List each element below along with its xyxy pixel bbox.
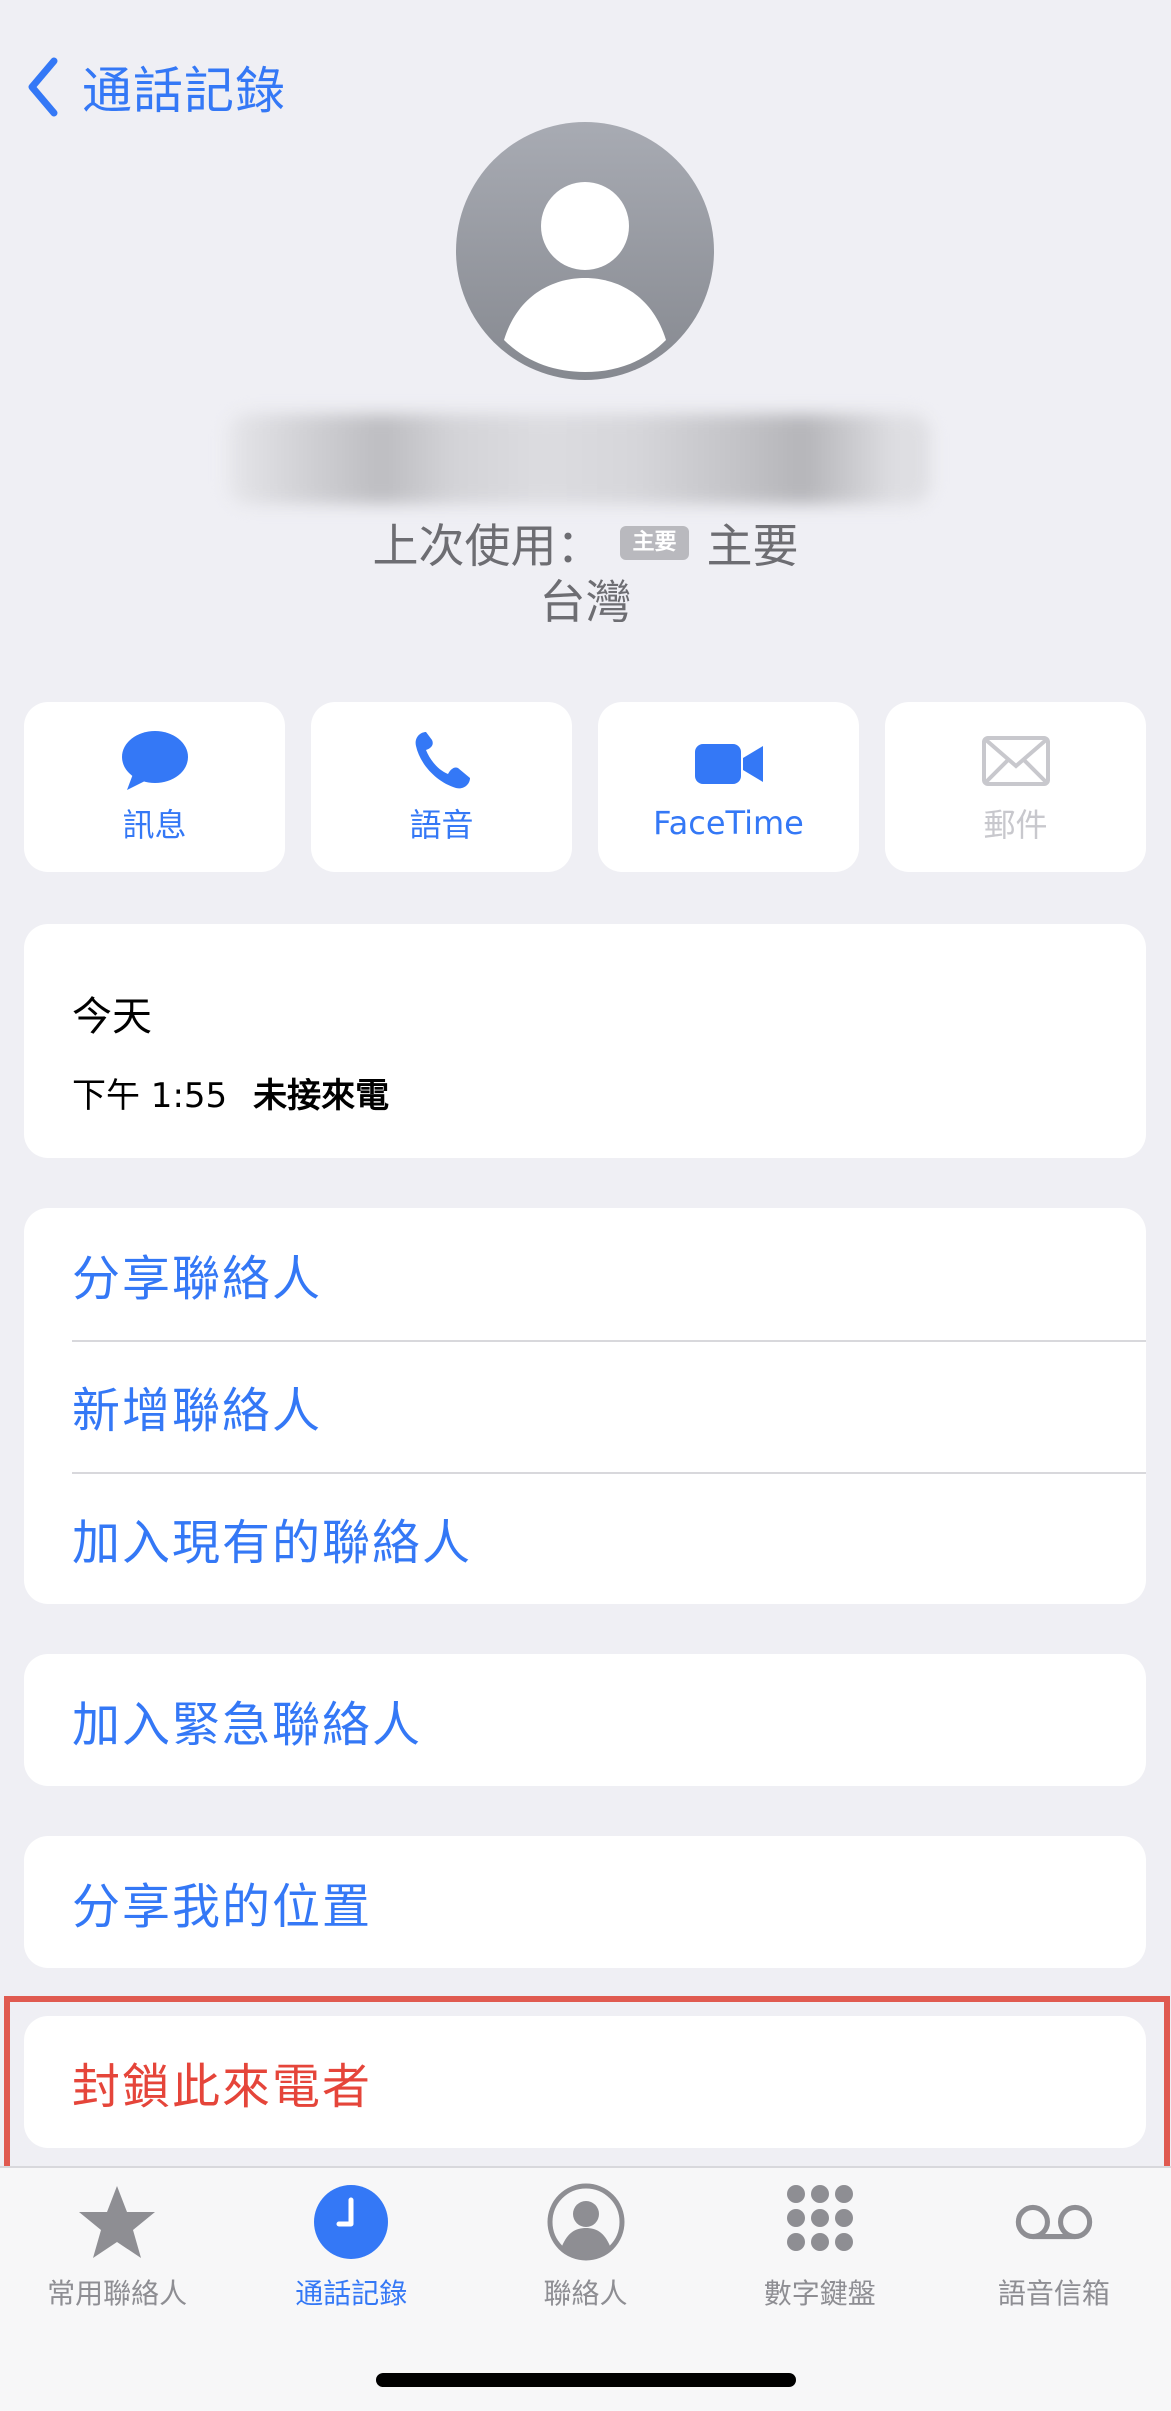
person-silhouette-icon — [504, 182, 666, 372]
mail-label: 郵件 — [983, 806, 1048, 844]
phone-icon — [415, 732, 470, 789]
message-label: 訊息 — [122, 806, 187, 844]
home-indicator[interactable] — [376, 2373, 796, 2387]
share-location-row[interactable]: 分享我的位置 — [24, 1836, 1146, 1968]
block-group: 封鎖此來電者 — [24, 2016, 1146, 2148]
tab-favorites-label: 常用聯絡人 — [47, 2277, 188, 2310]
back-label: 通話記錄 — [82, 62, 286, 120]
call-status: 未接來電 — [253, 1076, 390, 1116]
video-icon — [694, 744, 763, 784]
mail-icon — [981, 736, 1050, 786]
voice-call-label: 語音 — [409, 806, 474, 844]
message-button[interactable]: 訊息 — [24, 702, 285, 872]
voice-call-button[interactable]: 語音 — [311, 702, 572, 872]
block-caller-row[interactable]: 封鎖此來電者 — [24, 2016, 1146, 2148]
facetime-button[interactable]: FaceTime — [598, 702, 859, 872]
tab-contacts-label: 聯絡人 — [543, 2277, 628, 2310]
contact-options-group: 分享聯絡人 新增聯絡人 加入現有的聯絡人 — [24, 1208, 1146, 1604]
star-icon — [79, 2186, 156, 2258]
contact-avatar — [456, 122, 714, 380]
call-history-row: 下午 1:55 未接來電 — [72, 1068, 389, 1117]
tab-recents-label: 通話記錄 — [295, 2277, 408, 2310]
blurred-contact-number — [228, 414, 930, 504]
call-time: 下午 1:55 — [72, 1076, 228, 1116]
history-day: 今天 — [72, 994, 152, 1040]
person-circle-icon — [547, 2183, 624, 2261]
message-icon — [121, 731, 188, 790]
line-badge: 主要 — [620, 526, 689, 560]
mail-button[interactable]: 郵件 — [885, 702, 1146, 872]
keypad-icon — [786, 2185, 853, 2251]
voicemail-icon — [1015, 2204, 1093, 2240]
line-name: 主要 — [706, 519, 799, 573]
tab-voicemail[interactable]: 語音信箱 — [937, 2168, 1171, 2318]
facetime-label: FaceTime — [653, 804, 804, 842]
add-emergency-contact-row[interactable]: 加入緊急聯絡人 — [24, 1654, 1146, 1786]
new-contact-row[interactable]: 新增聯絡人 — [24, 1340, 1146, 1472]
tab-recents[interactable]: 通話記錄 — [234, 2168, 468, 2318]
chevron-left-icon — [28, 57, 58, 117]
last-used-label: 上次使用： — [372, 519, 603, 573]
add-to-existing-row[interactable]: 加入現有的聯絡人 — [24, 1472, 1146, 1604]
tab-voicemail-label: 語音信箱 — [997, 2277, 1110, 2310]
call-history-card: 今天 下午 1:55 未接來電 — [24, 924, 1146, 1158]
tab-favorites[interactable]: 常用聯絡人 — [0, 2168, 234, 2318]
contact-region: 台灣 — [539, 575, 632, 629]
tab-keypad-label: 數字鍵盤 — [763, 2277, 876, 2310]
tab-contacts[interactable]: 聯絡人 — [468, 2168, 702, 2318]
quick-actions: 訊息 語音 FaceTime 郵件 — [24, 702, 1146, 872]
tab-bar: 常用聯絡人 通話記錄 聯絡人 數字鍵盤 語音信箱 — [0, 2166, 1171, 2411]
emergency-group: 加入緊急聯絡人 — [24, 1654, 1146, 1786]
back-button[interactable]: 通話記錄 — [24, 52, 286, 122]
tab-keypad[interactable]: 數字鍵盤 — [703, 2168, 937, 2318]
last-used-line: 上次使用： 主要 主要 — [0, 508, 1171, 578]
share-contact-row[interactable]: 分享聯絡人 — [24, 1208, 1146, 1340]
location-group: 分享我的位置 — [24, 1836, 1146, 1968]
clock-icon — [314, 2185, 389, 2259]
